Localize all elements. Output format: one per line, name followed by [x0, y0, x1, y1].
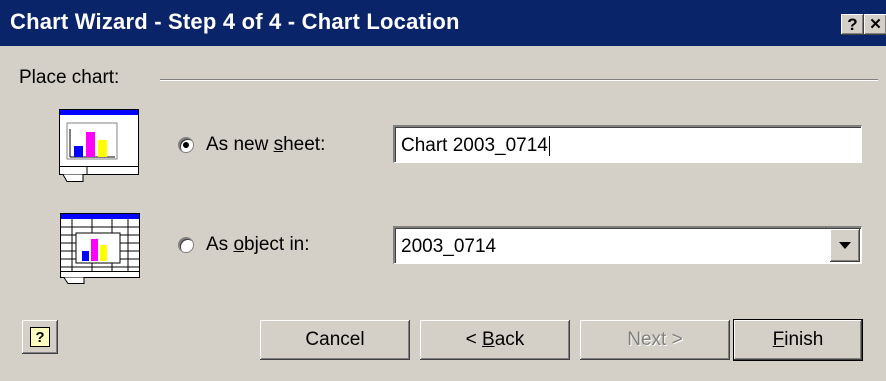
new-sheet-label[interactable]: As new sheet: — [206, 134, 325, 156]
text-caret — [548, 135, 550, 156]
title-help-button[interactable]: ? — [841, 14, 864, 35]
chart-sheet-icon — [59, 109, 139, 182]
close-icon: ✕ — [869, 16, 882, 33]
finish-button[interactable]: Finish — [733, 319, 863, 361]
embedded-chart-icon — [60, 213, 140, 284]
next-button[interactable]: Next > — [580, 320, 730, 360]
help-icon: ? — [30, 327, 50, 347]
button-text: ack — [494, 329, 525, 350]
button-text: < — [465, 329, 483, 350]
radio-selected-dot — [183, 142, 189, 148]
input-text: Chart 2003_0714 — [401, 135, 548, 156]
new-sheet-name-input[interactable]: Chart 2003_0714 — [393, 125, 862, 163]
cancel-button[interactable]: Cancel — [260, 320, 410, 360]
back-button[interactable]: < Back — [420, 320, 570, 360]
access-key: F — [772, 329, 785, 350]
place-chart-label: Place chart: — [19, 67, 126, 89]
button-text: inish — [784, 329, 824, 350]
label-text: As new — [206, 134, 274, 155]
window-title: Chart Wizard - Step 4 of 4 - Chart Locat… — [10, 9, 460, 34]
as-object-label[interactable]: As object in: — [206, 234, 310, 256]
label-text: bject in: — [244, 234, 310, 255]
object-sheet-select[interactable]: 2003_0714 — [393, 226, 862, 264]
question-mark-icon: ? — [847, 15, 858, 34]
access-key: o — [233, 234, 245, 255]
as-object-radio[interactable] — [178, 237, 194, 253]
title-bar[interactable]: Chart Wizard - Step 4 of 4 - Chart Locat… — [0, 0, 886, 46]
close-button[interactable]: ✕ — [864, 14, 886, 35]
dropdown-button[interactable] — [830, 229, 860, 262]
select-value: 2003_0714 — [401, 236, 497, 257]
group-divider — [160, 79, 878, 81]
chevron-down-icon — [839, 242, 851, 249]
label-text: As — [206, 234, 234, 255]
chart-wizard-dialog: Chart Wizard - Step 4 of 4 - Chart Locat… — [0, 0, 886, 381]
input-value: Chart 2003_0714 — [401, 135, 550, 157]
office-assistant-button[interactable]: ? — [22, 320, 58, 354]
access-key: s — [273, 134, 284, 155]
access-key: B — [482, 329, 495, 350]
label-text: heet: — [283, 134, 326, 155]
new-sheet-radio[interactable] — [178, 137, 194, 153]
